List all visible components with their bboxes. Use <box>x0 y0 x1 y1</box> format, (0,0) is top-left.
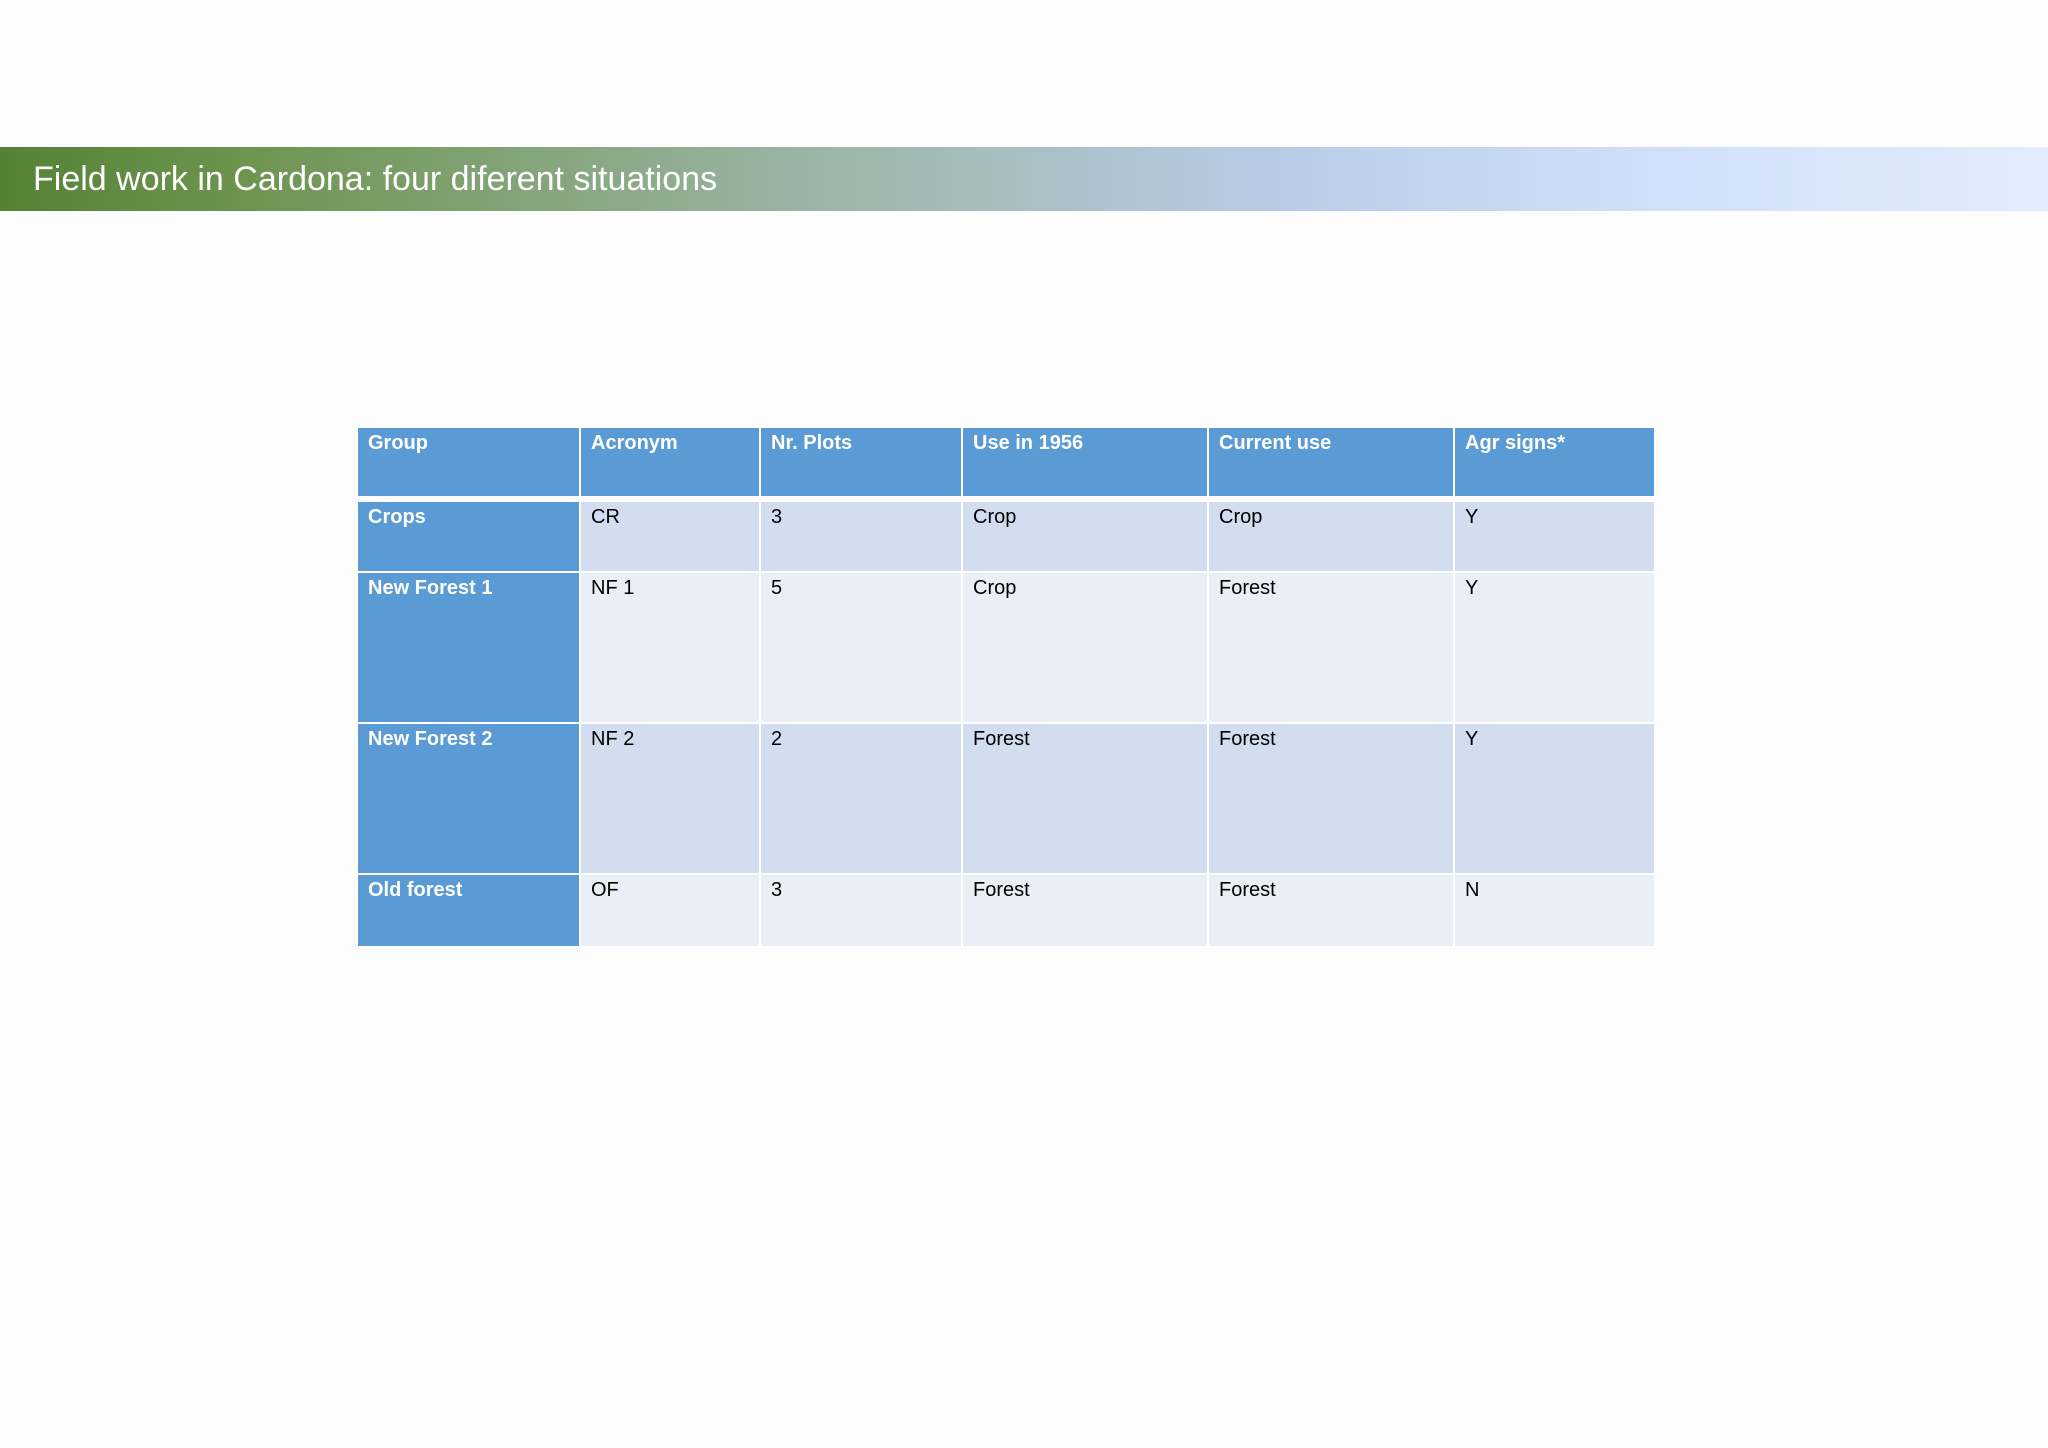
row-group: Old forest <box>356 873 581 948</box>
row-use-1956: Crop <box>961 571 1209 724</box>
row-use-1956: Forest <box>961 722 1209 875</box>
table-row: New Forest 2 NF 2 2 Forest Forest Y <box>356 722 1656 875</box>
row-nr-plots: 2 <box>759 722 963 875</box>
header-group: Group <box>356 426 581 502</box>
row-agr-signs: Y <box>1453 722 1656 875</box>
row-acronym: NF 2 <box>579 722 761 875</box>
slide-title: Field work in Cardona: four diferent sit… <box>33 160 718 198</box>
table-row: Old forest OF 3 Forest Forest N <box>356 873 1656 948</box>
row-agr-signs: Y <box>1453 571 1656 724</box>
row-current-use: Forest <box>1207 873 1455 948</box>
header-nr-plots: Nr. Plots <box>759 426 963 502</box>
row-nr-plots: 5 <box>759 571 963 724</box>
table-row: Crops CR 3 Crop Crop Y <box>356 498 1656 573</box>
header-acronym: Acronym <box>579 426 761 502</box>
field-work-table: Group Acronym Nr. Plots Use in 1956 Curr… <box>356 426 1656 948</box>
row-acronym: CR <box>579 498 761 573</box>
row-use-1956: Forest <box>961 873 1209 948</box>
row-current-use: Forest <box>1207 571 1455 724</box>
row-agr-signs: N <box>1453 873 1656 948</box>
table-header-row: Group Acronym Nr. Plots Use in 1956 Curr… <box>356 426 1656 502</box>
header-use-1956: Use in 1956 <box>961 426 1209 502</box>
row-group: New Forest 1 <box>356 571 581 724</box>
row-agr-signs: Y <box>1453 498 1656 573</box>
row-acronym: OF <box>579 873 761 948</box>
row-use-1956: Crop <box>961 498 1209 573</box>
row-group: Crops <box>356 498 581 573</box>
row-group: New Forest 2 <box>356 722 581 875</box>
row-current-use: Forest <box>1207 722 1455 875</box>
header-current-use: Current use <box>1207 426 1455 502</box>
row-nr-plots: 3 <box>759 873 963 948</box>
header-agr-signs: Agr signs* <box>1453 426 1656 502</box>
table-row: New Forest 1 NF 1 5 Crop Forest Y <box>356 571 1656 724</box>
row-nr-plots: 3 <box>759 498 963 573</box>
row-current-use: Crop <box>1207 498 1455 573</box>
row-acronym: NF 1 <box>579 571 761 724</box>
title-banner: Field work in Cardona: four diferent sit… <box>0 147 2048 211</box>
